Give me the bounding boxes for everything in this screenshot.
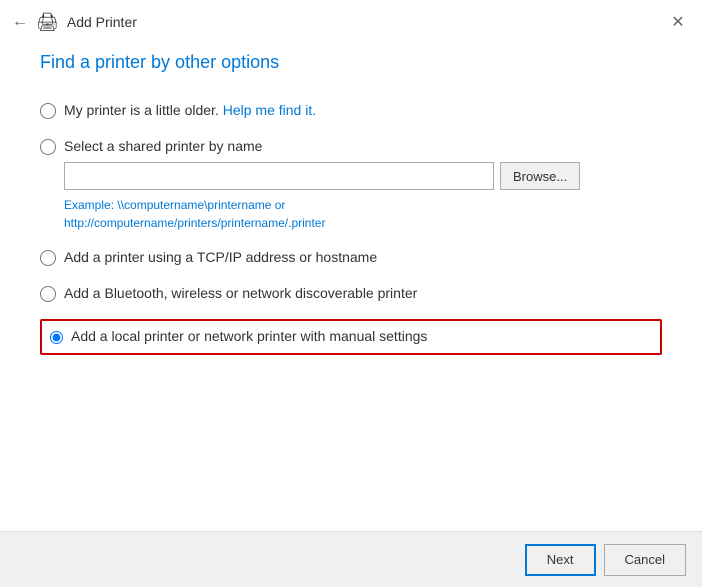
shared-printer-section: Browse... Example: \\computername\printe… xyxy=(64,162,662,232)
option-label-1[interactable]: My printer is a little older. Help me fi… xyxy=(64,101,316,121)
footer: Next Cancel xyxy=(0,531,702,587)
title-bar-left: ← 🖨 Add Printer xyxy=(12,12,137,33)
dialog-title: Add Printer xyxy=(67,14,137,30)
option-row-5-highlighted: Add a local printer or network printer w… xyxy=(40,319,662,355)
option-row-4: Add a Bluetooth, wireless or network dis… xyxy=(40,284,662,304)
next-button[interactable]: Next xyxy=(525,544,596,576)
option-label-2[interactable]: Select a shared printer by name xyxy=(64,137,262,157)
radio-option-1[interactable] xyxy=(40,103,56,119)
help-find-link[interactable]: Help me find it. xyxy=(223,102,316,118)
option-row-2: Select a shared printer by name Browse..… xyxy=(40,137,662,233)
close-button[interactable]: ✕ xyxy=(666,10,690,34)
add-printer-dialog: ← 🖨 Add Printer ✕ Find a printer by othe… xyxy=(0,0,702,587)
option-1-text: My printer is a little older. xyxy=(64,102,223,118)
radio-option-5[interactable] xyxy=(50,331,63,344)
page-heading: Find a printer by other options xyxy=(40,52,662,73)
browse-button[interactable]: Browse... xyxy=(500,162,580,190)
cancel-button[interactable]: Cancel xyxy=(604,544,686,576)
option-label-4[interactable]: Add a Bluetooth, wireless or network dis… xyxy=(64,284,417,304)
shared-printer-input[interactable] xyxy=(64,162,494,190)
back-button[interactable]: ← xyxy=(12,13,28,31)
shared-printer-input-row: Browse... xyxy=(64,162,662,190)
title-bar: ← 🖨 Add Printer ✕ xyxy=(0,0,702,36)
radio-option-3[interactable] xyxy=(40,250,56,266)
options-list: My printer is a little older. Help me fi… xyxy=(40,101,662,355)
radio-option-4[interactable] xyxy=(40,286,56,302)
printer-icon: 🖨 xyxy=(36,12,59,33)
option-row-1: My printer is a little older. Help me fi… xyxy=(40,101,662,121)
radio-option-2[interactable] xyxy=(40,139,56,155)
option-row-3: Add a printer using a TCP/IP address or … xyxy=(40,248,662,268)
example-text: Example: \\computername\printername orht… xyxy=(64,196,662,232)
option-label-5[interactable]: Add a local printer or network printer w… xyxy=(71,327,427,347)
content-area: Find a printer by other options My print… xyxy=(0,36,702,531)
option-label-3[interactable]: Add a printer using a TCP/IP address or … xyxy=(64,248,377,268)
